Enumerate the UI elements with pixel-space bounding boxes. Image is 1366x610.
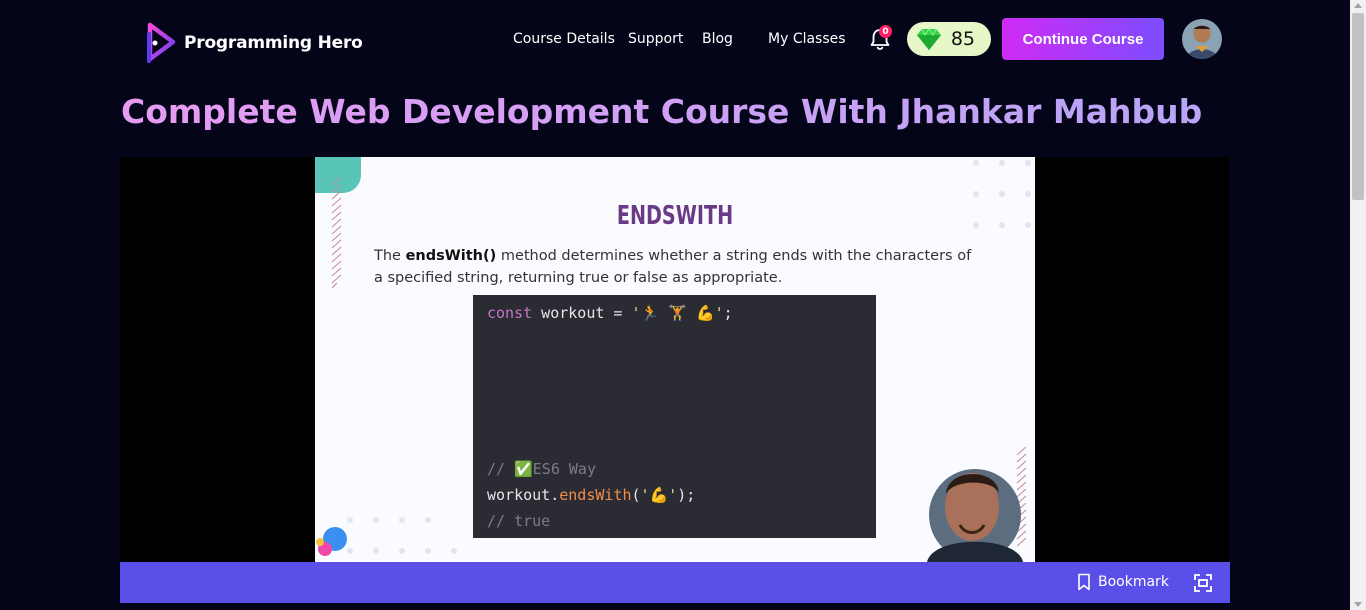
code-paren-open: ( — [631, 486, 641, 504]
code-line-2: workout.endsWith('💪'); — [487, 486, 695, 504]
slide-description: The endsWith() method determines whether… — [374, 245, 984, 289]
scrollbar-thumb[interactable] — [1352, 13, 1364, 200]
user-avatar-image — [1182, 19, 1222, 59]
code-comment-1: // ✅ES6 Way — [487, 460, 596, 478]
nav-course-details[interactable]: Course Details — [513, 31, 615, 47]
avatar[interactable] — [1182, 19, 1222, 59]
slide-heading: ENDSWITH — [616, 201, 734, 231]
scroll-up-arrow-icon[interactable] — [1354, 3, 1362, 8]
page-title: Complete Web Development Course With Jha… — [121, 92, 1203, 131]
nav-support[interactable]: Support — [628, 31, 683, 47]
video-slide: ENDSWITH The endsWith() method determine… — [315, 157, 1035, 562]
nav-blog[interactable]: Blog — [702, 31, 733, 47]
bookmark-button[interactable]: Bookmark — [1077, 573, 1169, 591]
brand-logo[interactable]: Programming Hero — [138, 22, 363, 64]
gem-counter[interactable]: 85 — [907, 22, 991, 56]
brand-name: Programming Hero — [184, 33, 363, 53]
gem-count: 85 — [950, 28, 975, 50]
code-variable: workout = — [532, 304, 632, 322]
navbar: Programming Hero Course Details Support … — [0, 0, 1350, 80]
code-semicolon: ; — [723, 304, 733, 322]
slide-desc-prefix: The — [374, 248, 406, 264]
code-paren-close: ); — [677, 486, 696, 504]
continue-course-button[interactable]: Continue Course — [1002, 18, 1164, 60]
code-line-1: const workout = '🏃 🏋 💪'; — [487, 304, 733, 322]
player-control-bar: Bookmark — [120, 562, 1230, 603]
notification-badge: 0 — [879, 25, 892, 38]
gem-icon — [917, 28, 941, 50]
logo-icon — [147, 22, 176, 63]
code-block: const workout = '🏃 🏋 💪'; // ✅ES6 Way wor… — [473, 295, 876, 538]
bookmark-icon — [1078, 573, 1090, 591]
nav-my-classes[interactable]: My Classes — [768, 31, 846, 47]
code-arg-string: '💪' — [640, 486, 678, 504]
code-keyword: const — [487, 304, 533, 322]
code-function: endsWith — [559, 486, 632, 504]
fullscreen-icon[interactable] — [1193, 573, 1213, 593]
page-scrollbar[interactable] — [1350, 0, 1366, 610]
bookmark-label: Bookmark — [1098, 574, 1169, 590]
scroll-down-arrow-icon[interactable] — [1354, 602, 1362, 607]
slide-desc-method: endsWith() — [405, 248, 497, 264]
video-player[interactable]: ENDSWITH The endsWith() method determine… — [120, 157, 1230, 562]
code-comment-2: // true — [487, 512, 551, 530]
code-string: '🏃 🏋 💪' — [631, 304, 724, 322]
code-object: workout. — [487, 486, 560, 504]
